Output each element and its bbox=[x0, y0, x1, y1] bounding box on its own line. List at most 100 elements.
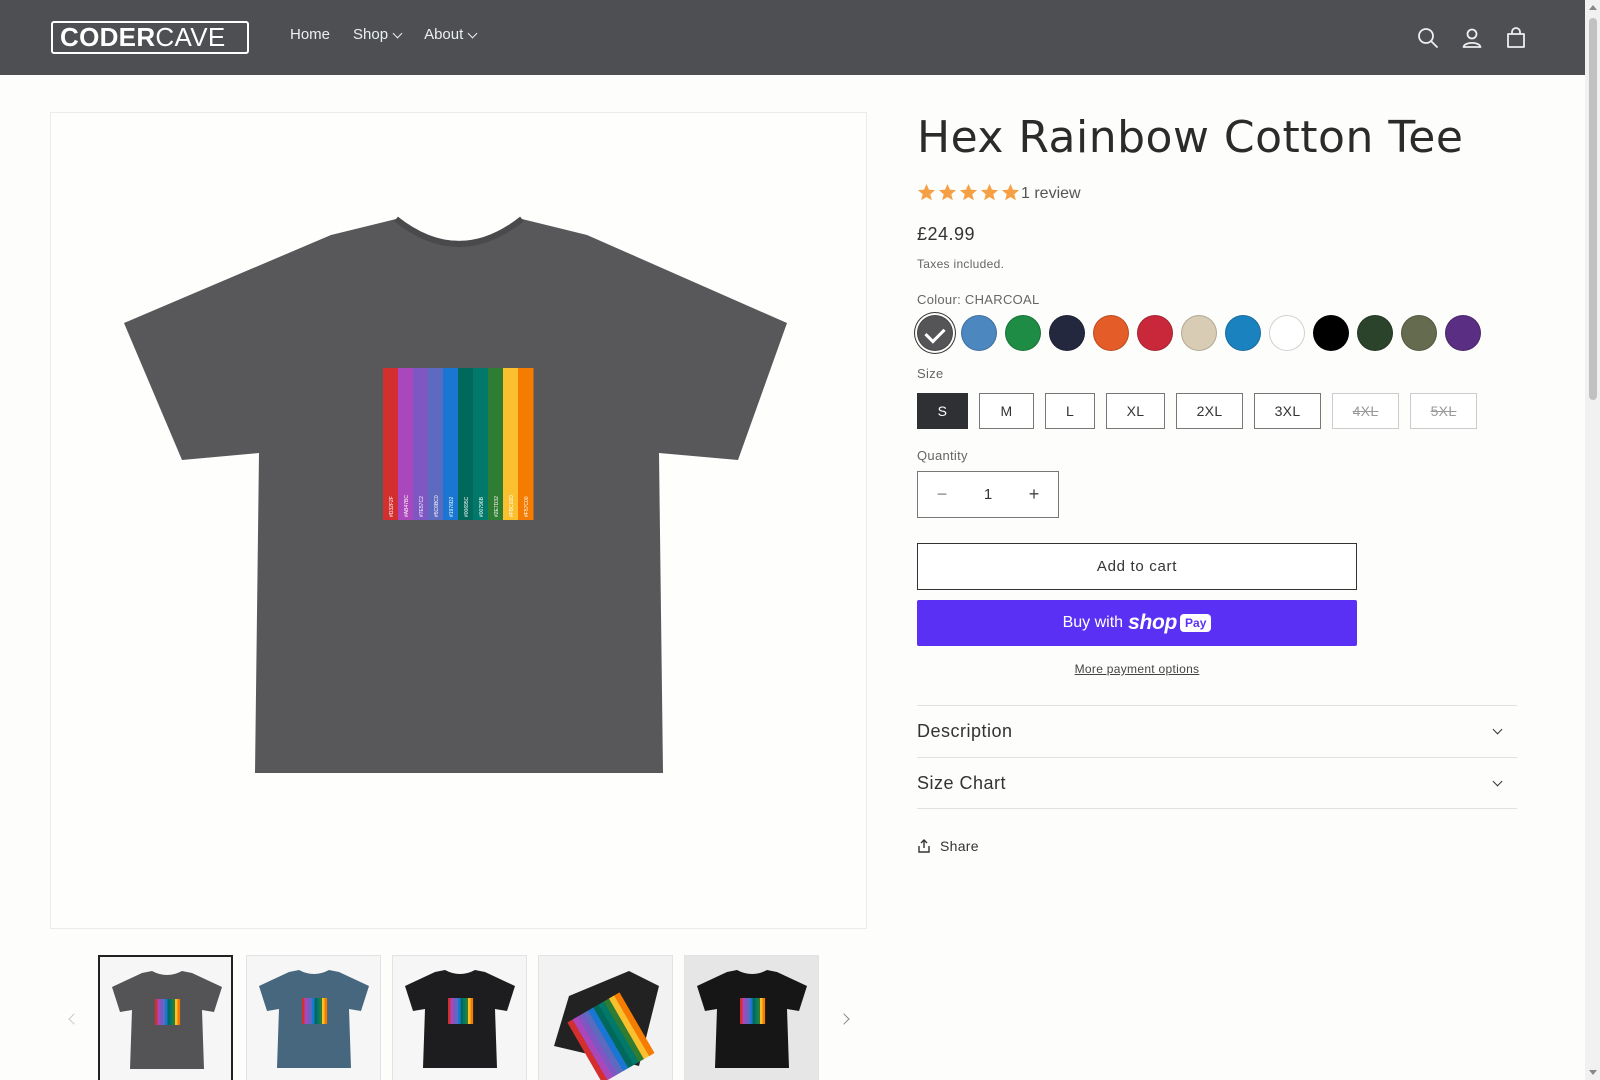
colour-swatch[interactable] bbox=[917, 315, 953, 351]
print-stripe-label: #7E57C2 bbox=[419, 496, 425, 517]
tshirt-image: #D32F2F #AB47BC #7E57C2 #5C6BC0 #1976D2 #0069… bbox=[124, 216, 787, 773]
size-option-s[interactable]: S bbox=[917, 393, 968, 429]
thumbnail-tshirt-image bbox=[554, 971, 659, 1080]
colour-swatch[interactable] bbox=[1225, 315, 1261, 351]
colour-swatch[interactable] bbox=[961, 315, 997, 351]
product-thumbnail[interactable] bbox=[538, 955, 673, 1080]
star-icon bbox=[938, 183, 957, 201]
print-stripe-label: #00695C bbox=[464, 496, 470, 517]
nav-home[interactable]: Home bbox=[290, 26, 330, 43]
colour-label: Colour: CHARCOAL bbox=[917, 292, 1040, 307]
colour-swatch[interactable] bbox=[1313, 315, 1349, 351]
cart-icon[interactable] bbox=[1504, 26, 1528, 50]
colour-swatch[interactable] bbox=[1357, 315, 1393, 351]
logo-light-text: CAVE bbox=[155, 22, 226, 52]
colour-swatch[interactable] bbox=[1005, 315, 1041, 351]
quantity-decrease-button[interactable]: − bbox=[932, 484, 952, 505]
add-to-cart-button[interactable]: Add to cart bbox=[917, 543, 1357, 590]
quantity-input[interactable]: 1 bbox=[984, 486, 992, 503]
colour-swatch[interactable] bbox=[1181, 315, 1217, 351]
size-option-4xl[interactable]: 4XL bbox=[1332, 393, 1399, 429]
print-stripe-label: #2E7D32 bbox=[494, 496, 500, 517]
thumbnail-next-chevron-icon[interactable] bbox=[838, 1013, 850, 1025]
scrollbar-thumb[interactable] bbox=[1589, 18, 1597, 400]
product-thumbnail[interactable] bbox=[684, 955, 819, 1080]
accordion-size-chart[interactable]: Size Chart bbox=[917, 757, 1517, 809]
product-price: £24.99 bbox=[917, 224, 976, 244]
star-icon bbox=[917, 183, 936, 201]
product-thumbnail[interactable] bbox=[392, 955, 527, 1080]
site-header: CODERCAVE Home Shop About bbox=[0, 0, 1585, 75]
review-count[interactable]: 1 review bbox=[1021, 185, 1081, 203]
quantity-label: Quantity bbox=[917, 448, 968, 463]
print-stripe-label: #00796B bbox=[479, 496, 485, 517]
account-icon[interactable] bbox=[1460, 26, 1484, 50]
share-label: Share bbox=[940, 838, 979, 854]
print-stripe-label: #1976D2 bbox=[449, 496, 455, 517]
nav-about-label: About bbox=[424, 26, 464, 43]
search-icon[interactable] bbox=[1416, 26, 1440, 50]
shop-pay-logo-pay: Pay bbox=[1180, 614, 1212, 632]
nav-shop-label: Shop bbox=[353, 26, 389, 43]
main-nav: Home Shop About bbox=[290, 26, 499, 43]
size-option-2xl[interactable]: 2XL bbox=[1176, 393, 1243, 429]
checkmark-icon bbox=[924, 322, 946, 344]
quantity-stepper: − 1 + bbox=[917, 471, 1059, 518]
accordion-description[interactable]: Description bbox=[917, 705, 1517, 757]
share-button[interactable]: Share bbox=[917, 838, 979, 854]
thumbnail-tshirt-image bbox=[405, 970, 515, 1068]
nav-about[interactable]: About bbox=[424, 26, 478, 43]
more-payment-options-link[interactable]: More payment options bbox=[917, 662, 1357, 676]
colour-swatch[interactable] bbox=[1137, 315, 1173, 351]
rating-stars[interactable] bbox=[917, 183, 1022, 202]
rainbow-print: #D32F2F #AB47BC #7E57C2 #5C6BC0 #1976D2 #0069… bbox=[383, 368, 534, 520]
shop-pay-buy-text: Buy with bbox=[1062, 614, 1124, 631]
size-option-m[interactable]: M bbox=[979, 393, 1034, 429]
size-option-l[interactable]: L bbox=[1045, 393, 1095, 429]
colour-swatch[interactable] bbox=[1445, 315, 1481, 351]
scroll-down-arrow-icon[interactable] bbox=[1589, 1070, 1597, 1075]
nav-shop[interactable]: Shop bbox=[353, 26, 403, 43]
print-stripe-label: #AB47BC bbox=[404, 495, 410, 517]
size-label: Size bbox=[917, 366, 944, 381]
shop-pay-logo-shop: shop bbox=[1128, 611, 1178, 634]
scroll-up-arrow-icon[interactable] bbox=[1589, 5, 1597, 10]
colour-swatch[interactable] bbox=[1049, 315, 1085, 351]
colour-swatch[interactable] bbox=[1093, 315, 1129, 351]
thumbnail-tshirt-image bbox=[112, 971, 222, 1069]
page-scrollbar[interactable] bbox=[1585, 0, 1600, 1080]
print-stripe-label: #F57C00 bbox=[524, 496, 530, 517]
size-options: S M L XL 2XL 3XL 4XL 5XL bbox=[917, 393, 1488, 429]
colour-swatch[interactable] bbox=[1401, 315, 1437, 351]
print-stripe-label: #FBC02D bbox=[509, 495, 515, 517]
accordion-size-chart-label: Size Chart bbox=[917, 772, 1007, 793]
colour-swatch[interactable] bbox=[1269, 315, 1305, 351]
taxes-note: Taxes included. bbox=[917, 257, 1005, 271]
size-option-xl[interactable]: XL bbox=[1106, 393, 1165, 429]
logo-bold-text: CODER bbox=[60, 22, 156, 52]
nav-home-label: Home bbox=[290, 26, 331, 43]
accordion-description-label: Description bbox=[917, 721, 1013, 741]
chevron-down-icon bbox=[1492, 724, 1503, 735]
star-icon bbox=[959, 183, 978, 201]
chevron-down-icon bbox=[392, 28, 403, 38]
main-product-image[interactable]: #D32F2F #AB47BC #7E57C2 #5C6BC0 #1976D2 #0069… bbox=[50, 112, 867, 929]
share-icon bbox=[918, 839, 930, 853]
size-option-3xl[interactable]: 3XL bbox=[1254, 393, 1321, 429]
thumbnail-prev-chevron-icon[interactable] bbox=[68, 1013, 80, 1025]
product-thumbnail[interactable] bbox=[98, 955, 233, 1080]
chevron-down-icon bbox=[1492, 776, 1503, 786]
star-icon bbox=[980, 183, 999, 201]
print-stripe-label: #D32F2F bbox=[389, 496, 395, 517]
colour-swatches bbox=[917, 315, 1489, 351]
thumbnail-tshirt-image bbox=[259, 970, 369, 1068]
print-stripe-label: #5C6BC0 bbox=[434, 495, 440, 517]
thumbnail-tshirt-image bbox=[697, 970, 807, 1068]
product-title: Hex Rainbow Cotton Tee bbox=[917, 112, 1464, 163]
quantity-increase-button[interactable]: + bbox=[1024, 484, 1044, 505]
site-logo[interactable]: CODERCAVE bbox=[51, 21, 249, 54]
chevron-down-icon bbox=[467, 28, 478, 38]
size-option-5xl[interactable]: 5XL bbox=[1410, 393, 1477, 429]
shop-pay-button[interactable]: Buy with shop Pay bbox=[917, 600, 1357, 646]
product-thumbnail[interactable] bbox=[246, 955, 381, 1080]
